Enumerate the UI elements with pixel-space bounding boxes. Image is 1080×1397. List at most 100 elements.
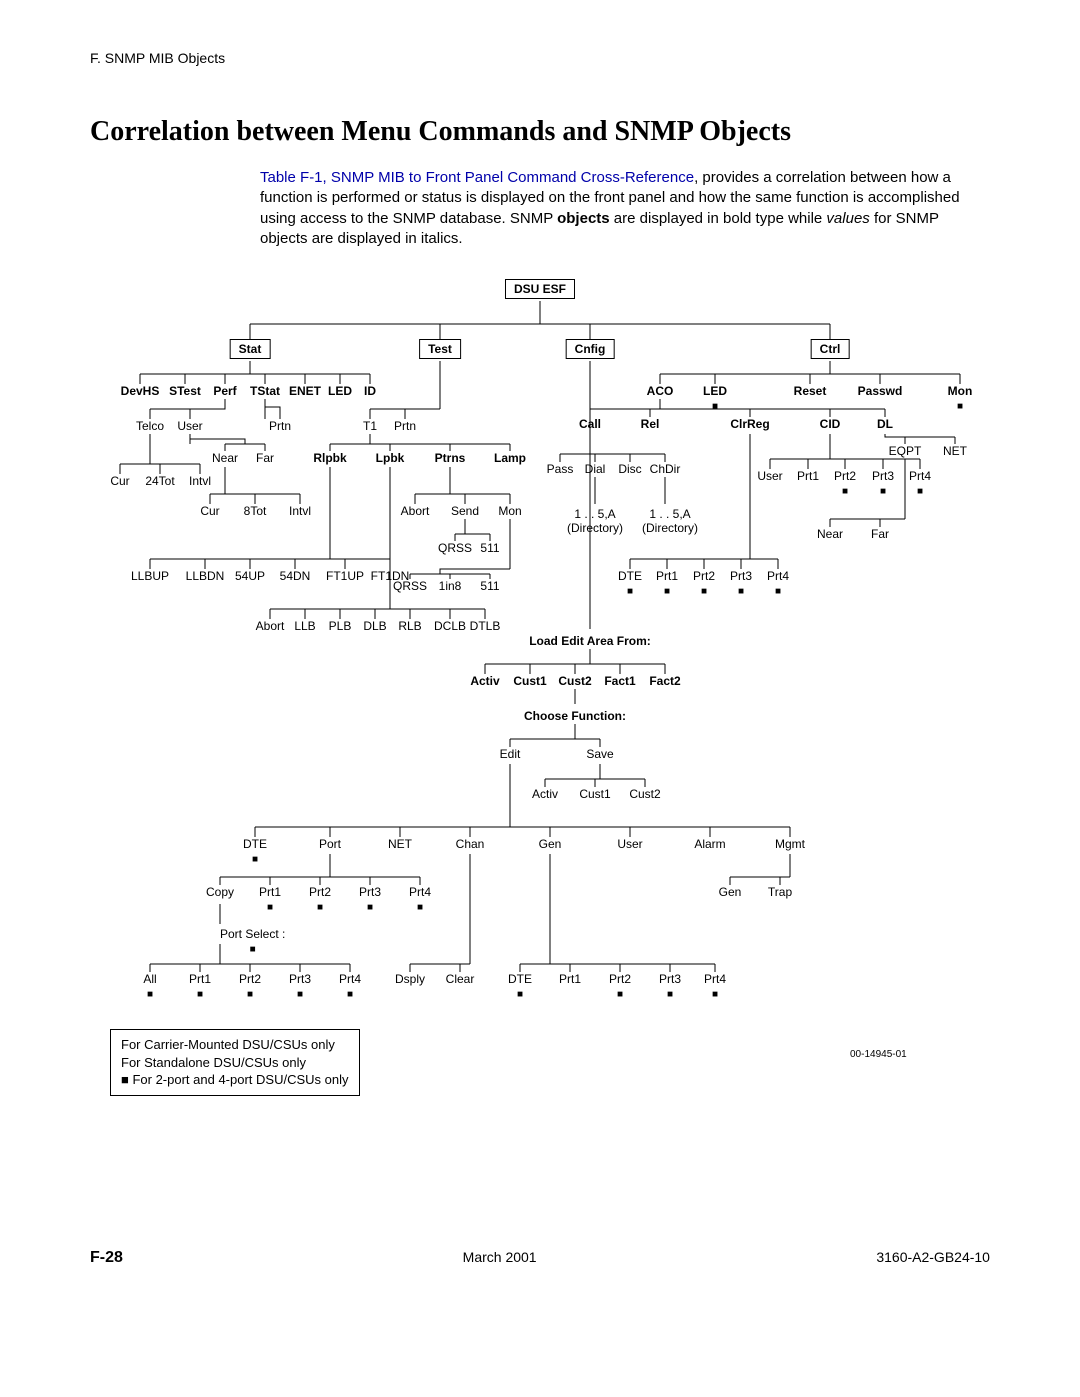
- node-userc: User: [757, 469, 782, 483]
- legend-line-1: For Carrier-Mounted DSU/CSUs only: [121, 1036, 349, 1054]
- node-net: NET: [943, 444, 967, 458]
- page-footer: F-28 March 2001 3160-A2-GB24-10: [90, 1249, 990, 1267]
- node-dial: Dial: [585, 462, 606, 476]
- node-prt4c: Prt4■: [909, 469, 931, 497]
- node-port: Port: [319, 837, 341, 851]
- node-ap4: Prt4■: [339, 972, 361, 1000]
- node-trap: Trap: [768, 885, 792, 899]
- node-clear: Clear: [446, 972, 475, 986]
- node-24tot: 24Tot: [145, 474, 174, 488]
- intro-paragraph: Table F-1, SNMP MIB to Front Panel Comma…: [260, 168, 990, 249]
- node-cur1: Cur: [110, 474, 129, 488]
- node-511a: 511: [480, 541, 499, 555]
- node-activ: Activ: [470, 674, 499, 688]
- node-511b: 511: [480, 579, 499, 593]
- node-mon: Mon: [498, 504, 521, 518]
- node-prt1d: Prt1■: [656, 569, 678, 597]
- node-dtlb: DTLB: [470, 619, 501, 633]
- node-abort2: Abort: [401, 504, 430, 518]
- node-dtec: DTE■: [618, 569, 642, 597]
- node-mgmt: Mgmt: [775, 837, 805, 851]
- node-llb: LLB: [294, 619, 315, 633]
- node-cust2b: Cust2: [629, 787, 660, 801]
- node-1in8: 1in8: [439, 579, 462, 593]
- node-enet: ENET: [289, 384, 321, 398]
- node-dir2: 1 . . 5,A(Directory): [642, 507, 698, 535]
- node-lamp: Lamp: [494, 451, 526, 465]
- node-portselect: Port Select :■: [220, 927, 285, 955]
- node-dp2: Prt2■: [609, 972, 631, 1000]
- node-gen2: Gen: [719, 885, 742, 899]
- node-dir1: 1 . . 5,A(Directory): [567, 507, 623, 535]
- node-dp4: Prt4■: [704, 972, 726, 1000]
- node-gen: Gen: [539, 837, 562, 851]
- node-edit: Edit: [500, 747, 521, 761]
- node-activ2: Activ: [532, 787, 558, 801]
- node-54dn: 54DN: [280, 569, 311, 583]
- table-link[interactable]: Table F-1, SNMP MIB to Front Panel Comma…: [260, 169, 694, 186]
- node-54up: 54UP: [235, 569, 265, 583]
- node-cp4: Prt4■: [409, 885, 431, 913]
- node-cust1: Cust1: [513, 674, 546, 688]
- legend-box: For Carrier-Mounted DSU/CSUs only For St…: [110, 1029, 360, 1096]
- node-led: LED: [328, 384, 352, 398]
- node-dlb: DLB: [363, 619, 386, 633]
- node-cp2: Prt2■: [309, 885, 331, 913]
- node-abort1: Abort: [256, 619, 285, 633]
- node-llbdn: LLBDN: [186, 569, 225, 583]
- node-ap1: Prt1■: [189, 972, 211, 1000]
- node-dp1: Prt1: [559, 972, 581, 986]
- node-dl: DL: [877, 417, 893, 431]
- node-intvl1: Intvl: [189, 474, 211, 488]
- node-rlb: RLB: [398, 619, 421, 633]
- node-user: User: [177, 419, 202, 433]
- node-cnfig: Cnfig: [566, 339, 615, 359]
- node-stat: Stat: [230, 339, 271, 359]
- node-all: All■: [143, 972, 156, 1000]
- node-ctrl: Ctrl: [811, 339, 850, 359]
- node-user2: User: [617, 837, 642, 851]
- node-rlpbk: Rlpbk: [313, 451, 346, 465]
- node-dte3: DTE■: [508, 972, 532, 1000]
- node-ft1up: FT1UP: [326, 569, 364, 583]
- page-number: F-28: [90, 1249, 123, 1267]
- node-send: Send: [451, 504, 479, 518]
- node-near: Near: [212, 451, 238, 465]
- node-id: ID: [364, 384, 376, 398]
- node-qrss2: QRSS: [393, 579, 427, 593]
- node-dsu-esf: DSU ESF: [505, 279, 575, 299]
- legend-line-2: For Standalone DSU/CSUs only: [121, 1054, 349, 1072]
- node-telco: Telco: [136, 419, 164, 433]
- node-t1: T1: [363, 419, 377, 433]
- node-alarm: Alarm: [694, 837, 725, 851]
- node-prt2d: Prt2■: [693, 569, 715, 597]
- doc-number: 3160-A2-GB24-10: [876, 1249, 990, 1267]
- node-copy: Copy: [206, 885, 234, 899]
- figure-number: 00-14945-01: [850, 1049, 907, 1060]
- node-prtn1: Prtn: [269, 419, 291, 433]
- node-cur2: Cur: [200, 504, 219, 518]
- node-cid: CID: [820, 417, 841, 431]
- node-ap2: Prt2■: [239, 972, 261, 1000]
- node-rel: Rel: [641, 417, 660, 431]
- node-cust2: Cust2: [558, 674, 591, 688]
- node-aco: ACO: [647, 384, 674, 398]
- node-dsply: Dsply: [395, 972, 425, 986]
- node-fact1: Fact1: [604, 674, 635, 688]
- node-lpbk: Lpbk: [376, 451, 405, 465]
- node-intvl2: Intvl: [289, 504, 311, 518]
- node-prt1c: Prt1: [797, 469, 819, 483]
- node-choose: Choose Function:: [524, 709, 626, 723]
- node-8tot: 8Tot: [244, 504, 267, 518]
- node-reset: Reset: [794, 384, 827, 398]
- node-chan: Chan: [456, 837, 485, 851]
- node-stest: STest: [169, 384, 201, 398]
- page-title: Correlation between Menu Commands and SN…: [90, 116, 990, 148]
- node-dp3: Prt3■: [659, 972, 681, 1000]
- running-head: F. SNMP MIB Objects: [90, 50, 990, 66]
- node-save: Save: [586, 747, 613, 761]
- node-prt4d: Prt4■: [767, 569, 789, 597]
- node-prt3d: Prt3■: [730, 569, 752, 597]
- node-passwd: Passwd: [858, 384, 903, 398]
- node-eqpt: EQPT: [889, 444, 922, 458]
